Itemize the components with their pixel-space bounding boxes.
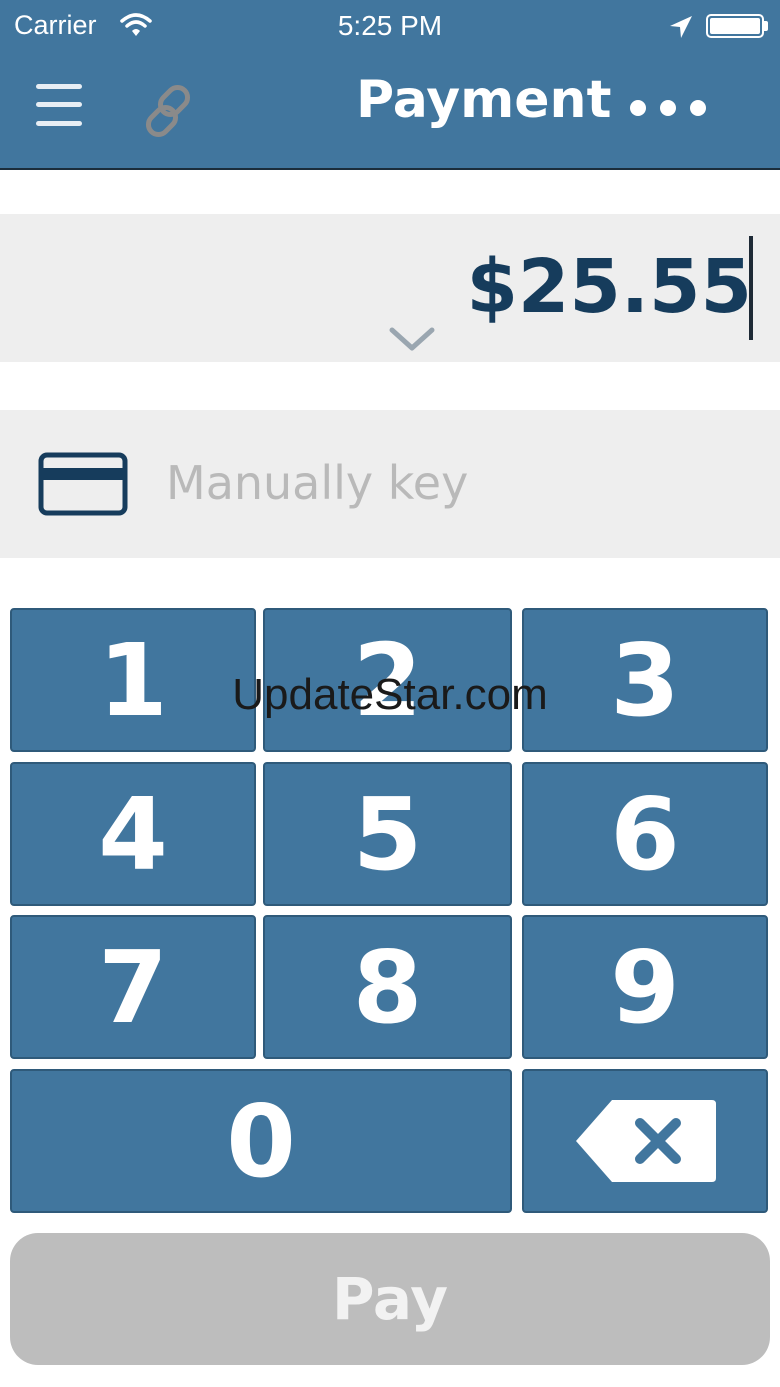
- amount-field[interactable]: $25.55: [0, 214, 780, 362]
- keypad-key-6[interactable]: 6: [522, 762, 768, 906]
- battery-tip: [764, 21, 768, 31]
- hamburger-menu-icon[interactable]: [36, 84, 84, 132]
- link-icon[interactable]: [138, 80, 200, 142]
- pay-button[interactable]: Pay: [10, 1233, 770, 1365]
- keypad-key-2[interactable]: 2: [263, 608, 512, 752]
- keypad-key-3[interactable]: 3: [522, 608, 768, 752]
- keypad-key-7[interactable]: 7: [10, 915, 256, 1059]
- manual-key-placeholder: Manually key: [166, 456, 469, 510]
- navigation-bar: Carrier 5:25 PM Payment: [0, 0, 780, 170]
- battery-icon: [706, 14, 764, 38]
- keypad-key-4[interactable]: 4: [10, 762, 256, 906]
- keypad-key-5[interactable]: 5: [263, 762, 512, 906]
- backspace-button[interactable]: [522, 1069, 768, 1213]
- keypad-key-1[interactable]: 1: [10, 608, 256, 752]
- backspace-icon: [576, 1100, 716, 1182]
- location-arrow-icon: [670, 16, 692, 38]
- manual-card-entry[interactable]: Manually key: [0, 410, 780, 558]
- text-cursor: [749, 236, 753, 340]
- keypad-key-0[interactable]: 0: [10, 1069, 512, 1213]
- credit-card-icon: [38, 452, 128, 516]
- keypad-key-8[interactable]: 8: [263, 915, 512, 1059]
- chevron-down-icon[interactable]: [388, 324, 436, 354]
- more-dots-icon[interactable]: [630, 100, 710, 120]
- page-title: Payment: [356, 70, 612, 130]
- keypad-key-9[interactable]: 9: [522, 915, 768, 1059]
- clock-label: 5:25 PM: [337, 10, 443, 41]
- amount-value: $25.55: [466, 244, 752, 330]
